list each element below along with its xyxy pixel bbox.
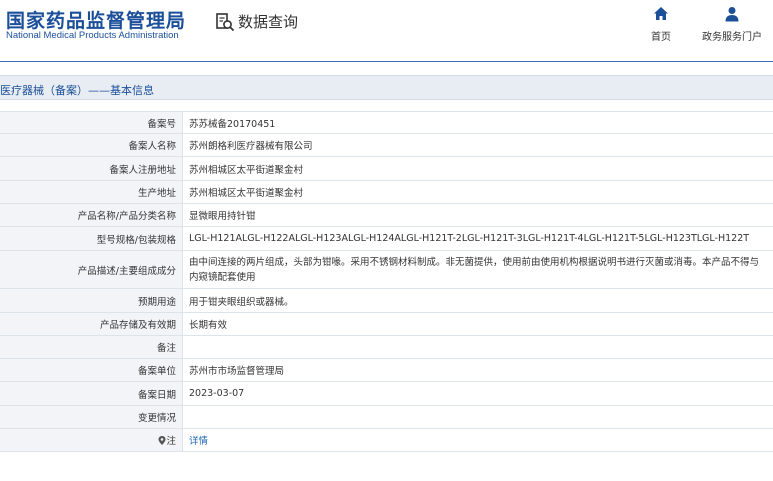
- row-label: 注: [166, 436, 176, 447]
- row-label: 备案单位: [0, 358, 183, 382]
- row-value: 苏苏械备20170451: [182, 111, 773, 134]
- record-table: 备案号 苏苏械备20170451 备案人名称 苏州朗格利医疗器械有限公司 备案人…: [0, 111, 773, 452]
- row-value: 用于钳夹眼组织或器械。: [182, 288, 773, 313]
- table-row: 产品名称/产品分类名称 显微眼用持针钳: [0, 203, 773, 227]
- row-label-note: 注: [0, 428, 183, 452]
- table-row: 备案人注册地址 苏州相城区太平街道聚金村: [0, 156, 773, 181]
- row-label: 产品描述/主要组成成分: [0, 250, 183, 289]
- nav-home-label: 首页: [651, 32, 671, 43]
- row-label: 备案人注册地址: [0, 156, 183, 181]
- table-row: 产品存储及有效期 长期有效: [0, 312, 773, 336]
- nav-home[interactable]: 首页: [626, 6, 696, 43]
- row-value: 苏州相城区太平街道聚金村: [182, 156, 773, 181]
- detail-link[interactable]: 详情: [189, 436, 208, 447]
- row-label: 备注: [0, 335, 183, 359]
- data-query-label: 数据查询: [238, 13, 299, 31]
- search-document-icon: [216, 12, 235, 31]
- row-value: [182, 335, 773, 359]
- row-label: 产品名称/产品分类名称: [0, 203, 183, 227]
- table-row: 备案人名称 苏州朗格利医疗器械有限公司: [0, 133, 773, 157]
- table-row: 备案单位 苏州市市场监督管理局: [0, 358, 773, 382]
- row-value: LGL-H121ALGL-H122ALGL-H123ALGL-H124ALGL-…: [182, 226, 773, 251]
- table-row: 备案号 苏苏械备20170451: [0, 111, 773, 134]
- row-value: [182, 405, 773, 429]
- nav-gov-portal[interactable]: 政务服务门户: [697, 6, 767, 43]
- table-row: 产品描述/主要组成成分 由中间连接的两片组成，头部为钳喙。采用不锈钢材料制成。非…: [0, 250, 773, 289]
- home-icon: [654, 7, 668, 20]
- row-value: 苏州朗格利医疗器械有限公司: [182, 133, 773, 157]
- table-row: 预期用途 用于钳夹眼组织或器械。: [0, 288, 773, 313]
- row-value: 由中间连接的两片组成，头部为钳喙。采用不锈钢材料制成。非无菌提供，使用前由使用机…: [182, 250, 773, 289]
- row-label: 备案日期: [0, 381, 183, 406]
- data-query-link[interactable]: 数据查询: [215, 11, 298, 32]
- row-label: 生产地址: [0, 180, 183, 204]
- row-label: 备案人名称: [0, 133, 183, 157]
- row-label: 备案号: [0, 111, 183, 134]
- table-row: 注 详情: [0, 428, 773, 452]
- section-header: 医疗器械（备案）——基本信息: [0, 75, 773, 100]
- table-row: 生产地址 苏州相城区太平街道聚金村: [0, 180, 773, 204]
- site-subtitle: National Medical Products Administration: [6, 30, 179, 41]
- header-divider: [0, 61, 773, 62]
- row-value: 苏州相城区太平街道聚金村: [182, 180, 773, 204]
- table-row: 变更情况: [0, 405, 773, 429]
- table-row: 型号规格/包装规格 LGL-H121ALGL-H122ALGL-H123ALGL…: [0, 226, 773, 251]
- site-title[interactable]: 国家药品监督管理局: [6, 6, 186, 33]
- site-header: 国家药品监督管理局 National Medical Products Admi…: [0, 0, 773, 60]
- nav-gov-portal-label: 政务服务门户: [702, 32, 762, 43]
- row-value: 详情: [182, 428, 773, 452]
- row-label: 产品存储及有效期: [0, 312, 183, 336]
- row-label: 预期用途: [0, 288, 183, 313]
- row-value: 显微眼用持针钳: [182, 203, 773, 227]
- row-label: 变更情况: [0, 405, 183, 429]
- table-row: 备注: [0, 335, 773, 359]
- row-label: 型号规格/包装规格: [0, 226, 183, 251]
- table-row: 备案日期 2023-03-07: [0, 381, 773, 406]
- user-icon: [725, 7, 739, 22]
- section-title: 医疗器械（备案）——基本信息: [0, 84, 154, 97]
- row-value: 2023-03-07: [182, 381, 773, 406]
- row-value: 长期有效: [182, 312, 773, 336]
- row-value: 苏州市市场监督管理局: [182, 358, 773, 382]
